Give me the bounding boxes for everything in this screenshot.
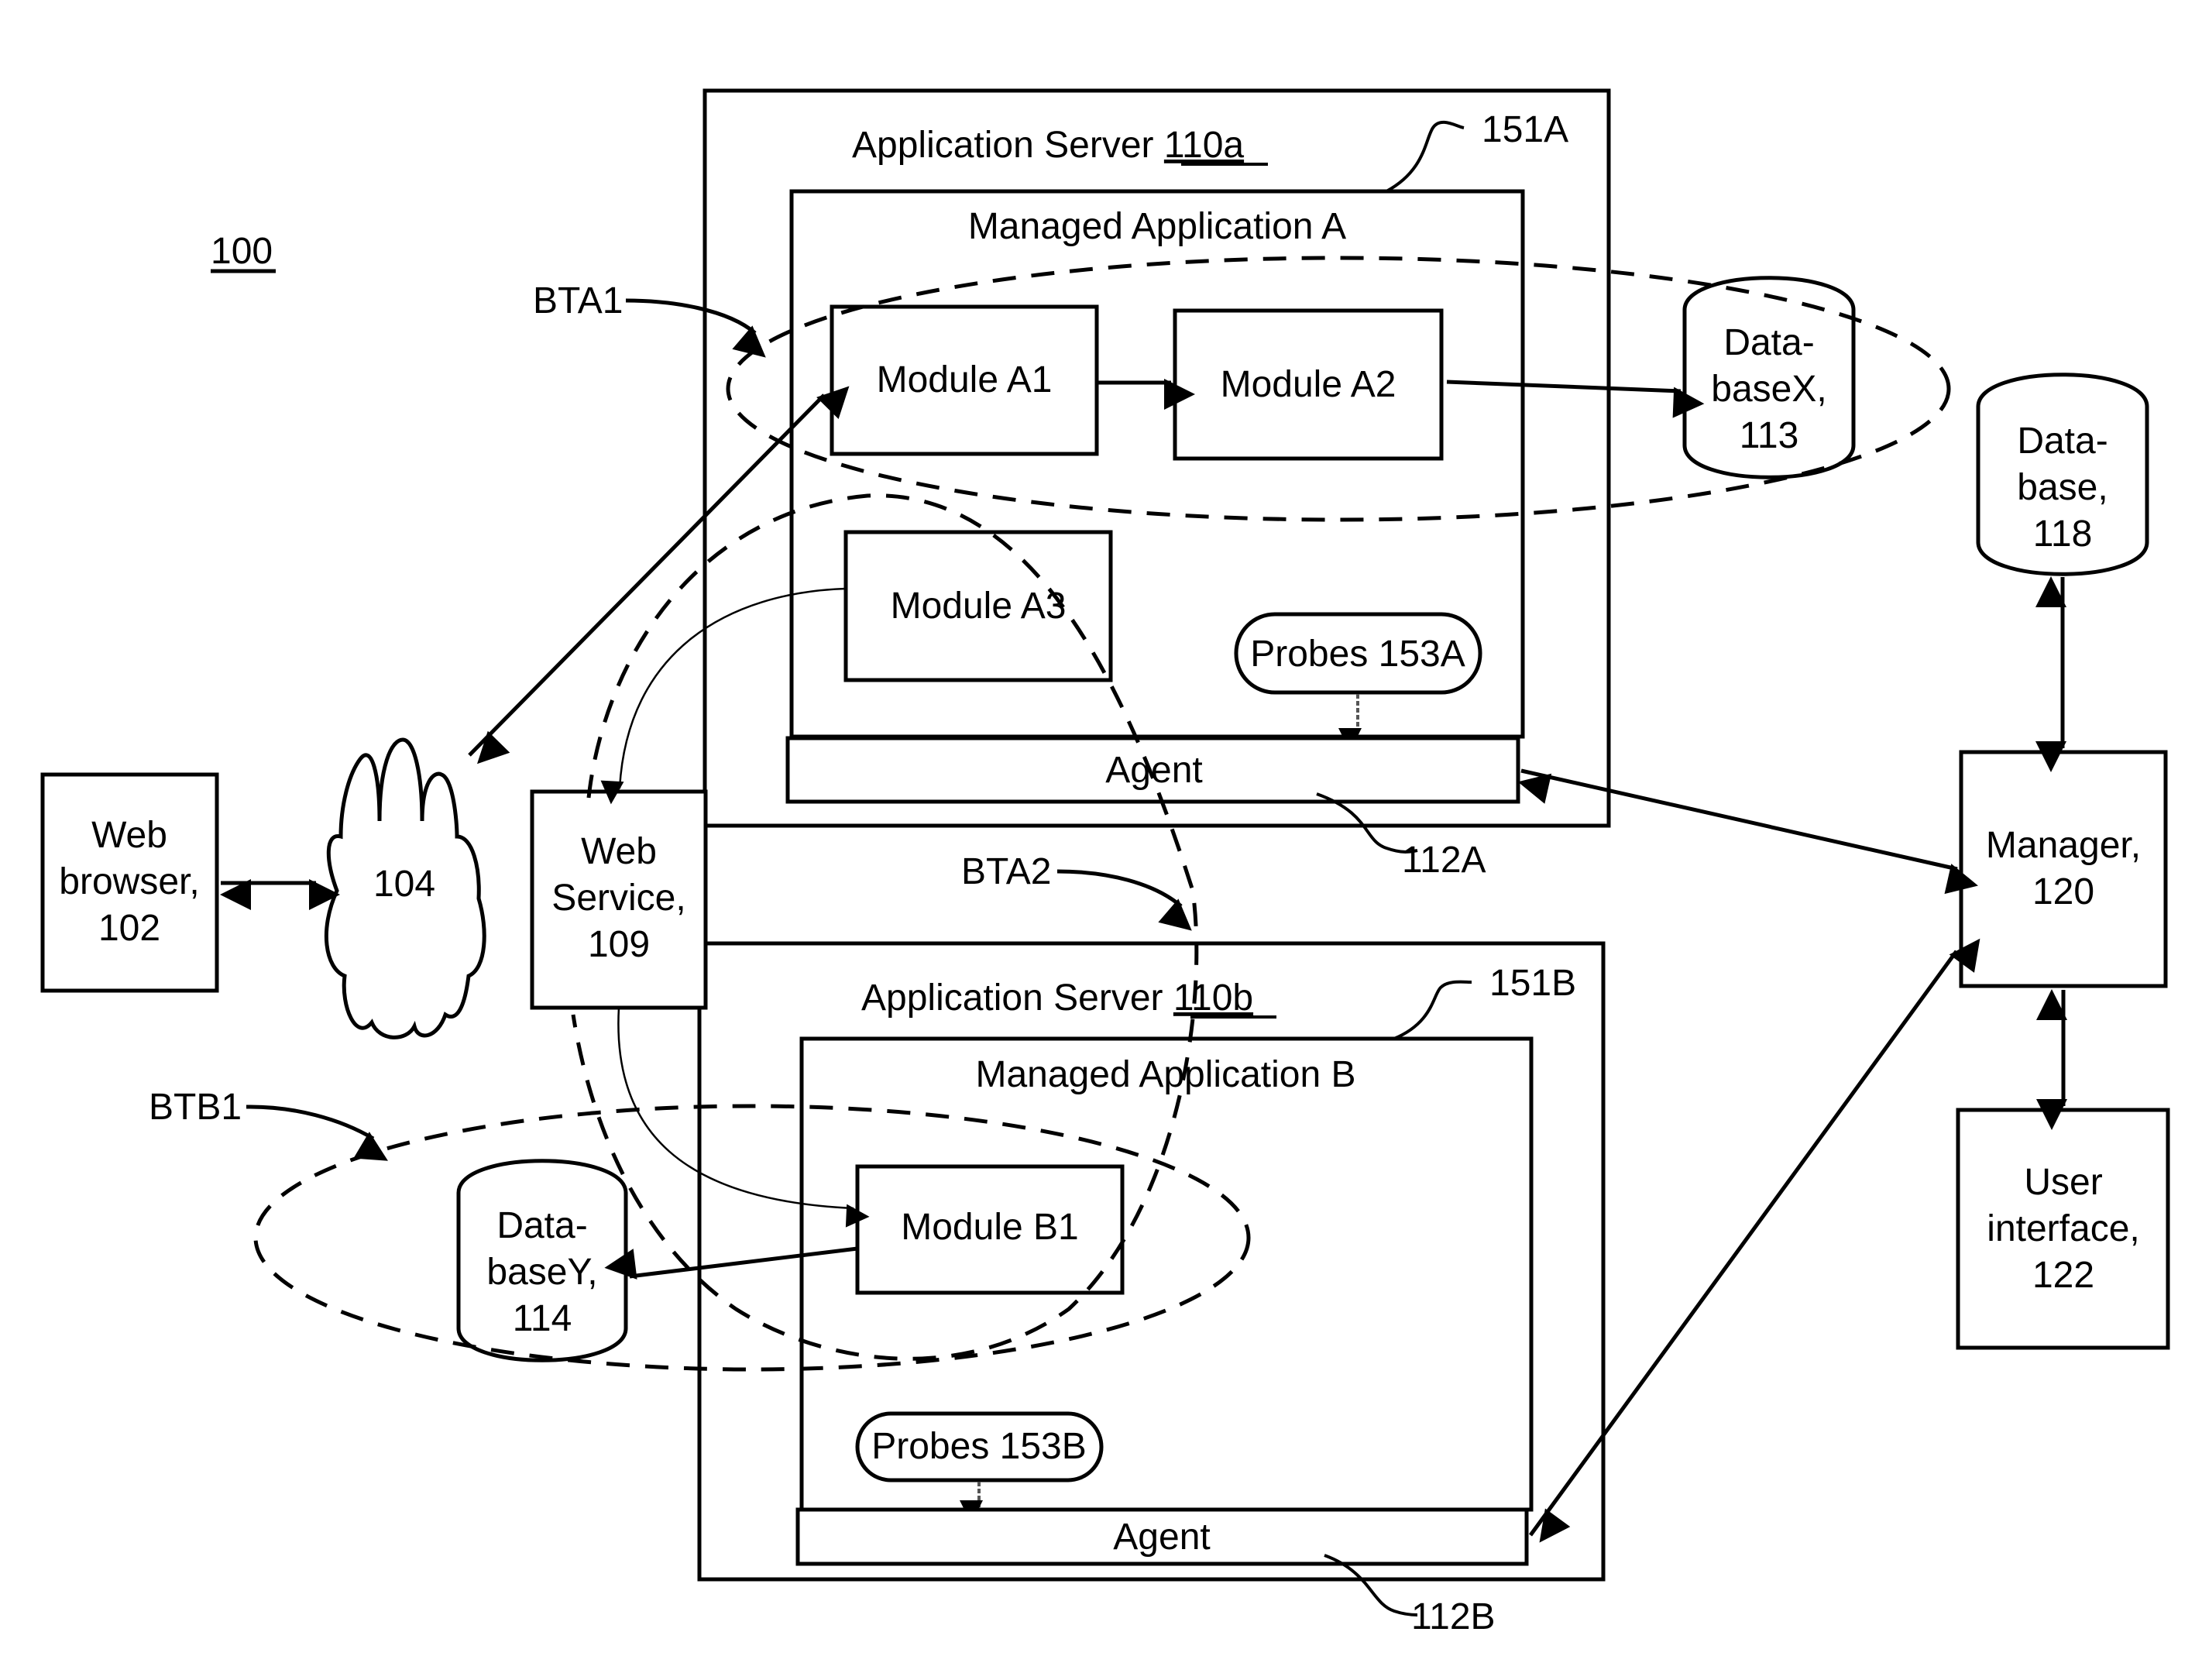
web-service-line1: Web (581, 831, 657, 872)
user-interface-line2: interface, (1987, 1208, 2139, 1249)
web-browser-line3: 102 (98, 908, 160, 949)
module-b1-label: Module B1 (901, 1207, 1078, 1248)
bta2-label: BTA2 (961, 851, 1051, 892)
network-label: 104 (373, 864, 435, 905)
probes-153a-label: Probes 153A (1250, 634, 1465, 675)
system-diagram: 100 Application Server 110a 151A Managed… (40, 88, 2170, 1637)
server-a-title: Application Server 110a (852, 125, 1244, 166)
database-y-line2: baseY, (486, 1252, 597, 1293)
database-y-line3: 114 (513, 1298, 572, 1339)
callout-112b: 112B (1411, 1596, 1496, 1637)
module-a1-label: Module A1 (877, 359, 1053, 400)
database-x-line1: Data- (1723, 322, 1814, 363)
manager[interactable] (1959, 750, 2168, 988)
manager-line1: Manager, (1986, 825, 2141, 866)
callout-151b: 151B (1489, 963, 1576, 1004)
database-118-line1: Data- (2017, 421, 2108, 462)
database-y-line1: Data- (496, 1205, 587, 1246)
web-service-line2: Service, (551, 878, 685, 919)
btb1-pointer (246, 1105, 388, 1161)
database-x-line2: baseX, (1711, 369, 1826, 410)
user-interface-line1: User (2024, 1162, 2102, 1203)
database-x-line3: 113 (1740, 415, 1799, 456)
web-browser-line2: browser, (59, 861, 199, 902)
database-118-line3: 118 (2033, 514, 2093, 555)
figure-ref: 100 (211, 231, 273, 272)
module-a3-label: Module A3 (891, 586, 1067, 627)
bta2-pointer (1056, 869, 1192, 931)
managed-app-a-title: Managed Application A (968, 206, 1346, 247)
module-a2-label: Module A2 (1221, 364, 1396, 405)
database-118-line2: base, (2017, 467, 2108, 508)
agent-a-label: Agent (1105, 750, 1202, 791)
managed-app-b-title: Managed Application B (975, 1054, 1355, 1095)
web-browser-line1: Web (91, 815, 167, 856)
btb1-label: BTB1 (149, 1087, 242, 1128)
callout-151a: 151A (1482, 109, 1568, 150)
manager-line2: 120 (2032, 871, 2094, 912)
web-service-line3: 109 (588, 924, 650, 965)
probes-153b-label: Probes 153B (871, 1426, 1087, 1467)
user-interface-line3: 122 (2032, 1255, 2094, 1296)
agent-b-label: Agent (1113, 1517, 1210, 1558)
callout-112a: 112A (1402, 840, 1486, 881)
bta1-label: BTA1 (533, 280, 623, 321)
